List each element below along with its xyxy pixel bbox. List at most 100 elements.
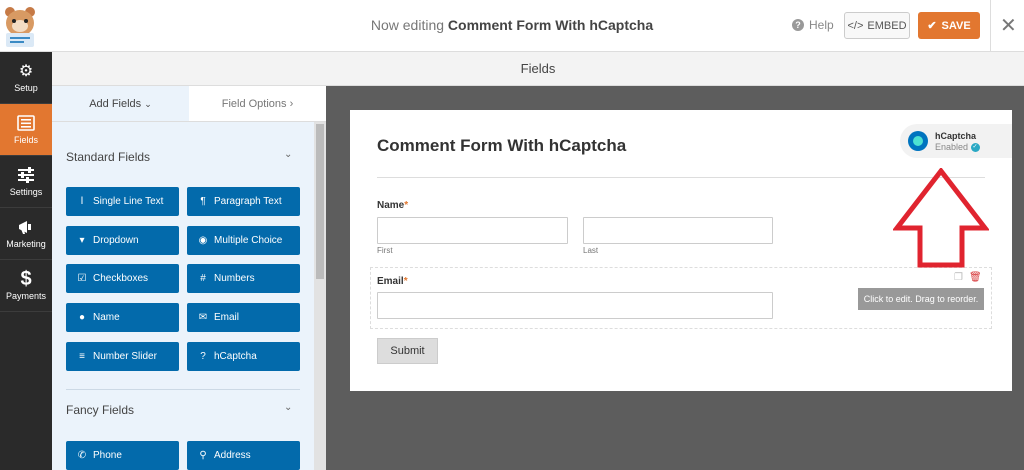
field-button-label: Paragraph Text xyxy=(214,196,282,207)
dollar-icon: $ xyxy=(20,267,32,290)
name-button[interactable]: ● Name xyxy=(66,303,179,332)
question-icon: ? xyxy=(200,351,206,362)
dropdown-icon: ▾ xyxy=(79,235,85,246)
chevron-down-icon[interactable]: ⌄ xyxy=(284,402,292,413)
hcaptcha-status-label: Enabled xyxy=(935,142,969,152)
first-name-input[interactable] xyxy=(377,217,568,244)
megaphone-icon xyxy=(16,218,36,236)
last-name-input[interactable] xyxy=(583,217,773,244)
annotation-arrow xyxy=(893,168,989,268)
embed-button[interactable]: </> EMBED xyxy=(844,12,910,39)
sidebar-item-label: Fields xyxy=(13,135,38,145)
sidebar-item-setup[interactable]: ⚙ Setup xyxy=(0,52,52,104)
checkbox-icon: ☑ xyxy=(77,273,87,284)
section-title: Fields xyxy=(52,52,1024,86)
trash-icon[interactable]: 🗑 xyxy=(969,272,982,283)
email-input[interactable] xyxy=(377,292,773,319)
tab-label: Field Options xyxy=(221,98,287,110)
field-button-label: Numbers xyxy=(214,273,255,284)
close-icon[interactable]: ✕ xyxy=(1000,13,1017,38)
sidebar-item-settings[interactable]: Settings xyxy=(0,156,52,208)
required-mark: * xyxy=(403,276,408,287)
field-button-label: Single Line Text xyxy=(93,196,164,207)
left-sidebar: ⚙ Setup Fields Settings Marketing $ Paym… xyxy=(0,52,52,470)
field-button-label: Phone xyxy=(93,450,122,461)
save-label: SAVE xyxy=(941,19,971,32)
email-field-label: Email* xyxy=(377,276,408,287)
duplicate-icon[interactable]: ❐ xyxy=(954,272,963,283)
section-divider xyxy=(66,389,300,390)
phone-button[interactable]: ✆ Phone xyxy=(66,441,179,470)
email-label-text: Email xyxy=(377,276,404,287)
first-sublabel: First xyxy=(377,246,393,255)
field-button-label: Dropdown xyxy=(93,235,139,246)
sidebar-item-fields[interactable]: Fields xyxy=(0,104,52,156)
checkboxes-button[interactable]: ☑ Checkboxes xyxy=(66,264,179,293)
gear-icon: ⚙ xyxy=(18,63,34,80)
hash-icon: # xyxy=(200,273,206,284)
sidebar-item-label: Setup xyxy=(14,83,38,93)
address-button[interactable]: ⚲ Address xyxy=(187,441,300,470)
edit-tooltip: Click to edit. Drag to reorder. xyxy=(858,288,984,310)
tab-add-fields[interactable]: Add Fields ⌄ xyxy=(52,86,189,121)
sidebar-item-label: Payments xyxy=(5,291,47,301)
sidebar-item-payments[interactable]: $ Payments xyxy=(0,260,52,312)
sliders-icon xyxy=(16,166,36,184)
fancy-fields-title: Fancy Fields xyxy=(66,403,135,417)
check-icon: ✔ xyxy=(927,20,937,32)
panel-tabs: Add Fields ⌄ Field Options › xyxy=(52,86,326,122)
tab-label: Add Fields xyxy=(89,98,142,110)
help-link[interactable]: ? Help xyxy=(792,18,834,32)
submit-button[interactable]: Submit xyxy=(377,338,438,364)
slider-icon: ≡ xyxy=(79,351,85,362)
hcaptcha-badge: hCaptcha Enabled ✓ xyxy=(900,124,1012,158)
phone-icon: ✆ xyxy=(77,450,87,461)
standard-fields-title: Standard Fields xyxy=(66,150,151,164)
fields-panel: Add Fields ⌄ Field Options › Standard Fi… xyxy=(52,86,326,470)
hcaptcha-logo-icon xyxy=(908,131,928,151)
divider xyxy=(990,0,991,52)
chevron-right-icon: › xyxy=(289,98,294,110)
numbers-button[interactable]: # Numbers xyxy=(187,264,300,293)
tab-field-options[interactable]: Field Options › xyxy=(189,86,326,121)
fields-list-icon xyxy=(16,114,36,132)
single-line-text-button[interactable]: Ⅰ Single Line Text xyxy=(66,187,179,216)
top-bar: Now editing Comment Form With hCaptcha ?… xyxy=(0,0,1024,52)
hcaptcha-status: Enabled ✓ xyxy=(935,142,980,153)
save-button[interactable]: ✔ SAVE xyxy=(918,12,980,39)
embed-label: EMBED xyxy=(867,19,907,32)
question-icon: ? xyxy=(792,19,804,31)
form-name: Comment Form With hCaptcha xyxy=(447,17,654,33)
name-label-text: Name xyxy=(377,200,405,211)
check-circle-icon: ✓ xyxy=(970,143,980,153)
radio-icon: ◉ xyxy=(198,235,208,246)
sidebar-item-label: Settings xyxy=(9,187,43,197)
code-icon: </> xyxy=(847,19,864,32)
multiple-choice-button[interactable]: ◉ Multiple Choice xyxy=(187,226,300,255)
paragraph-icon: ¶ xyxy=(200,196,206,207)
hcaptcha-name: hCaptcha xyxy=(935,131,977,141)
field-button-label: Email xyxy=(214,312,240,323)
number-slider-button[interactable]: ≡ Number Slider xyxy=(66,342,179,371)
field-button-label: hCaptcha xyxy=(214,351,257,362)
field-button-label: Checkboxes xyxy=(93,273,149,284)
map-pin-icon: ⚲ xyxy=(199,450,207,461)
sidebar-item-label: Marketing xyxy=(6,239,46,249)
field-button-label: Number Slider xyxy=(93,351,157,362)
chevron-down-icon: ⌄ xyxy=(144,99,152,109)
form-title: Comment Form With hCaptcha xyxy=(377,136,627,155)
field-button-label: Address xyxy=(214,450,251,461)
chevron-down-icon[interactable]: ⌄ xyxy=(284,149,292,160)
scrollbar-thumb[interactable] xyxy=(316,124,324,279)
field-actions: ❐ 🗑 xyxy=(954,272,982,283)
text-cursor-icon: Ⅰ xyxy=(80,196,84,207)
last-sublabel: Last xyxy=(583,246,599,255)
field-button-label: Multiple Choice xyxy=(214,235,283,246)
hcaptcha-button[interactable]: ? hCaptcha xyxy=(187,342,300,371)
panel-scrollbar[interactable] xyxy=(314,122,326,470)
sidebar-item-marketing[interactable]: Marketing xyxy=(0,208,52,260)
dropdown-button[interactable]: ▾ Dropdown xyxy=(66,226,179,255)
user-icon: ● xyxy=(78,312,86,323)
email-button[interactable]: ✉ Email xyxy=(187,303,300,332)
paragraph-text-button[interactable]: ¶ Paragraph Text xyxy=(187,187,300,216)
